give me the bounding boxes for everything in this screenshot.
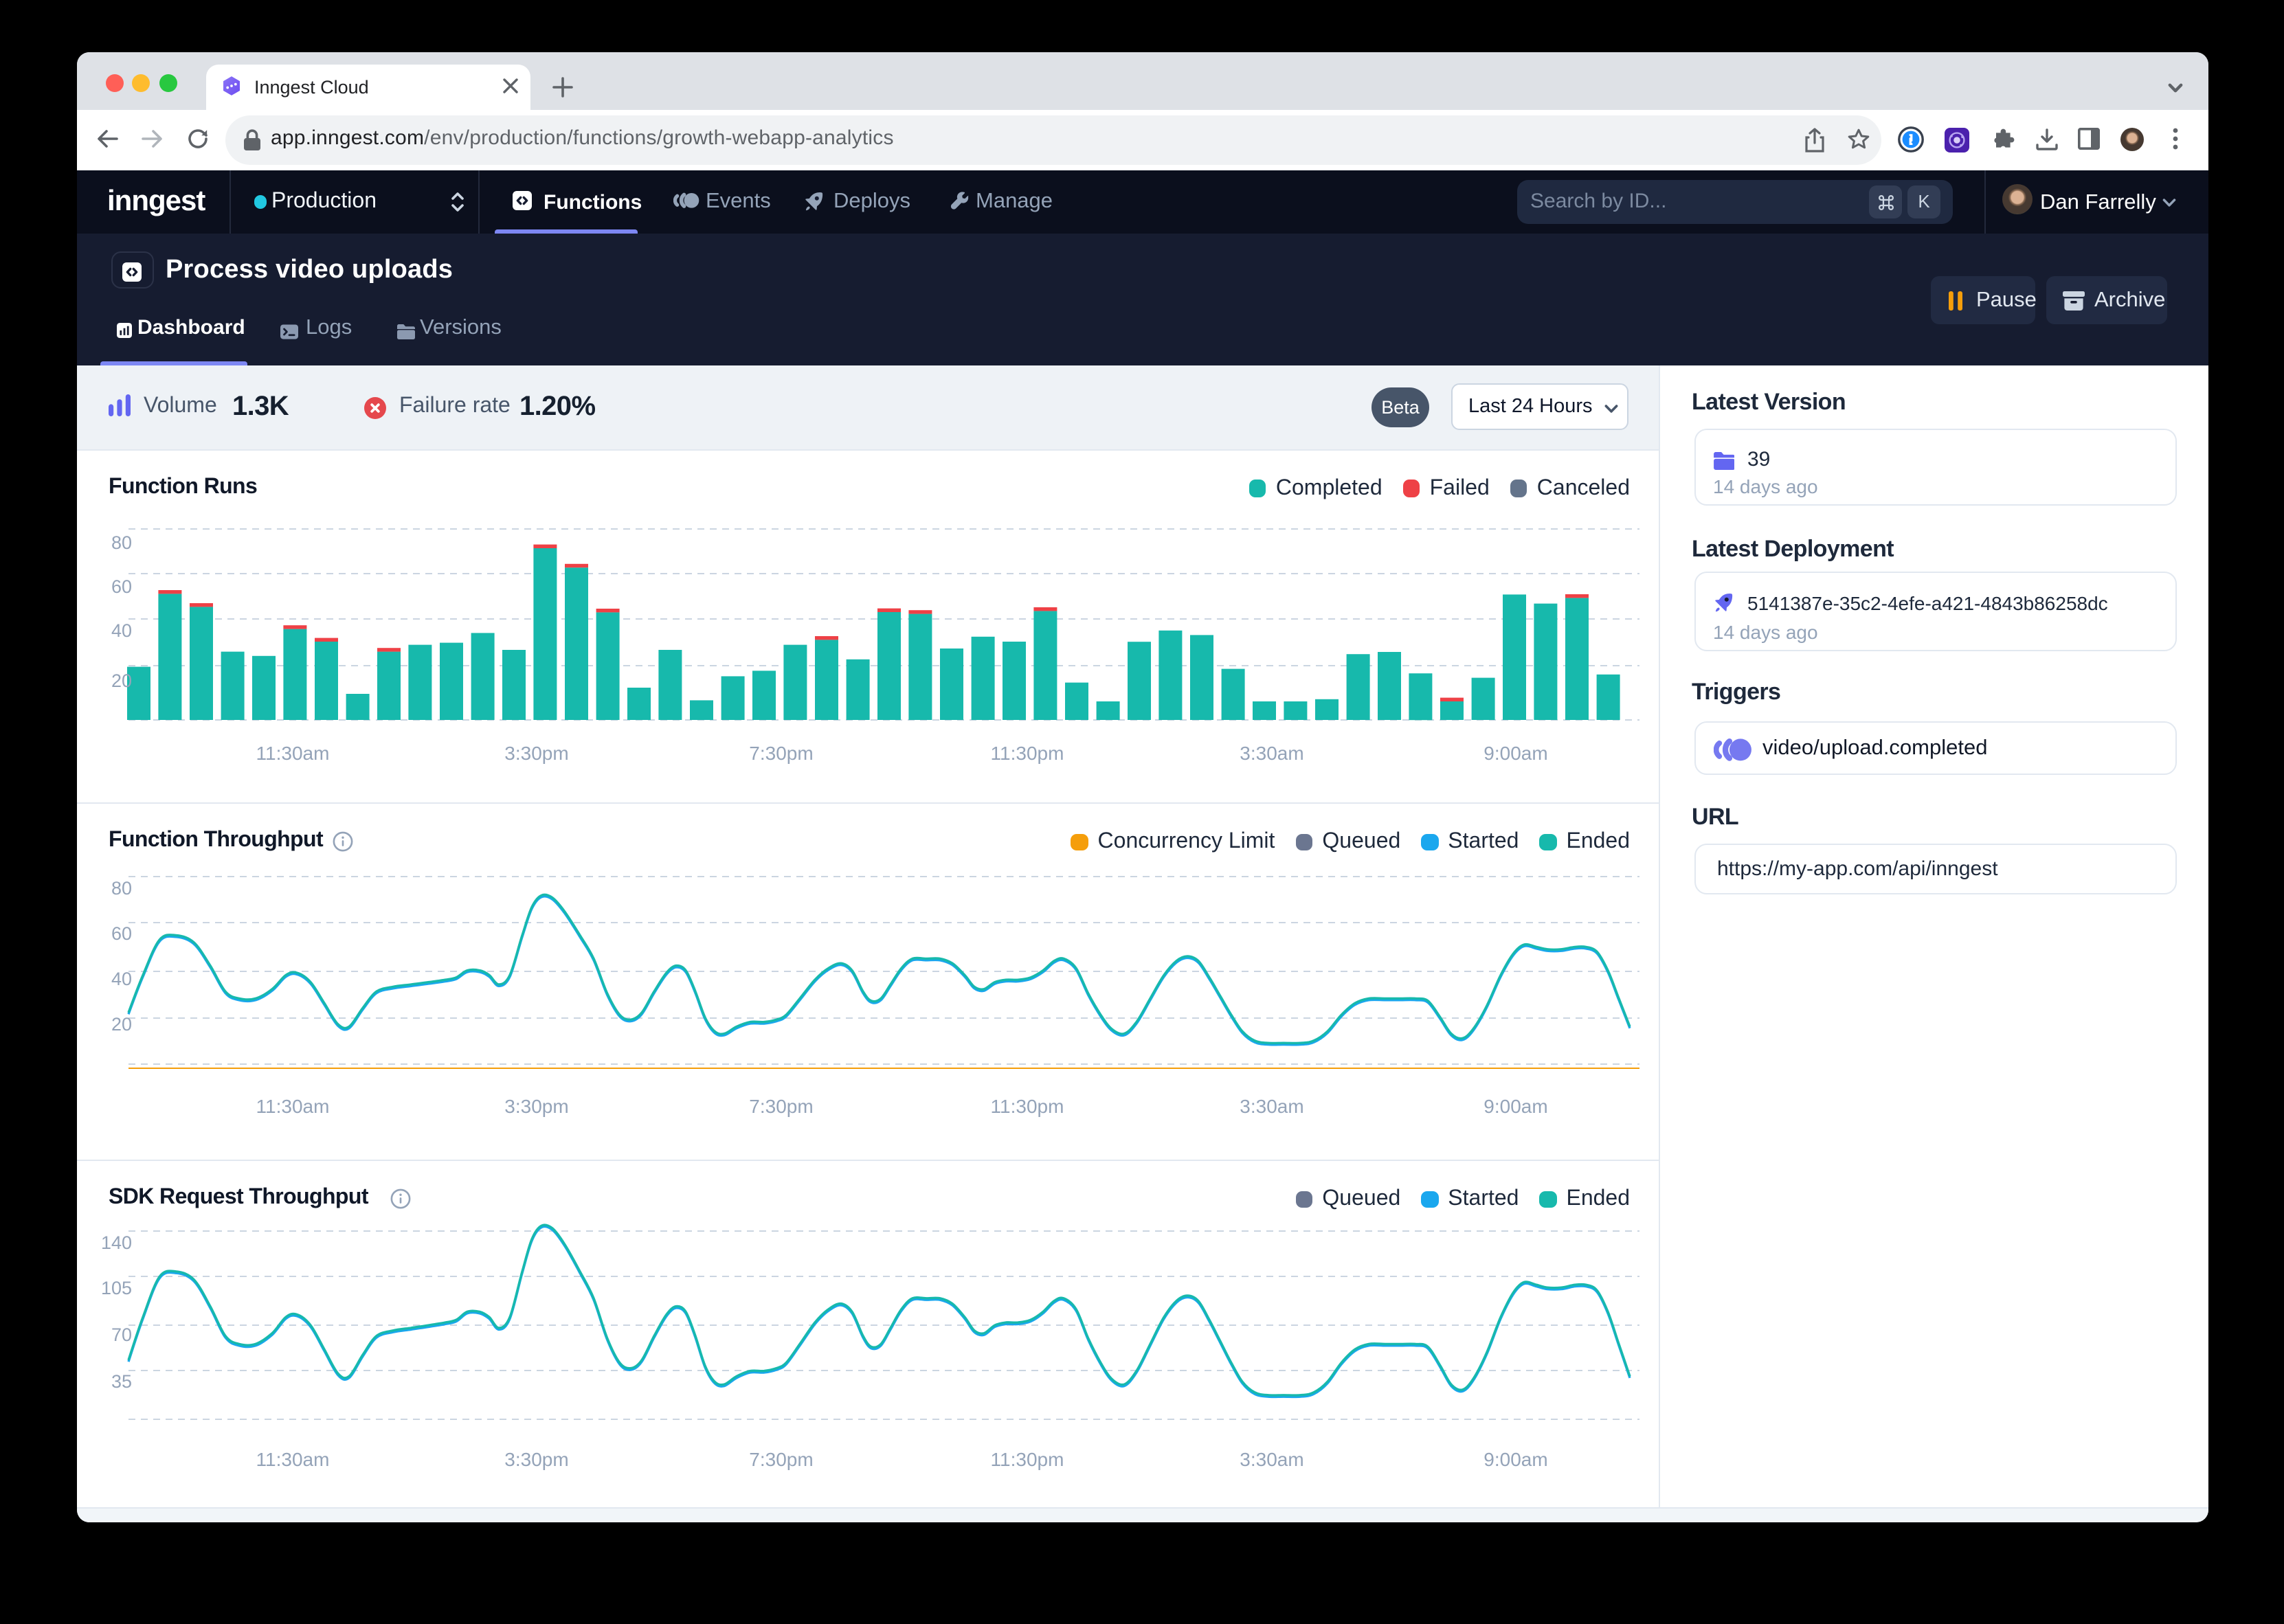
svg-text:20: 20	[111, 670, 131, 690]
svg-text:11:30am: 11:30am	[256, 1449, 329, 1470]
svg-text:80: 80	[111, 532, 131, 552]
svg-text:9:00am: 9:00am	[1483, 1449, 1547, 1470]
svg-text:9:00am: 9:00am	[1483, 1096, 1547, 1117]
svg-text:40: 40	[111, 620, 131, 640]
svg-text:3:30pm: 3:30pm	[504, 1096, 568, 1117]
svg-text:7:30pm: 7:30pm	[748, 1096, 812, 1117]
svg-text:11:30pm: 11:30pm	[990, 1449, 1064, 1470]
svg-text:60: 60	[111, 923, 131, 944]
svg-text:20: 20	[111, 1014, 131, 1035]
svg-text:140: 140	[100, 1232, 131, 1253]
svg-text:80: 80	[111, 878, 131, 899]
svg-text:11:30pm: 11:30pm	[990, 1096, 1064, 1117]
svg-text:7:30pm: 7:30pm	[748, 1449, 812, 1470]
svg-text:3:30am: 3:30am	[1239, 742, 1303, 763]
svg-text:105: 105	[100, 1278, 131, 1298]
svg-text:3:30pm: 3:30pm	[504, 1449, 568, 1470]
svg-text:70: 70	[111, 1324, 131, 1345]
svg-text:3:30am: 3:30am	[1239, 1449, 1303, 1470]
svg-text:40: 40	[111, 969, 131, 989]
svg-text:11:30am: 11:30am	[256, 1096, 329, 1117]
svg-text:11:30pm: 11:30pm	[990, 742, 1064, 763]
svg-text:3:30pm: 3:30pm	[504, 742, 568, 763]
svg-text:3:30am: 3:30am	[1239, 1096, 1303, 1117]
svg-text:35: 35	[111, 1371, 131, 1392]
svg-text:11:30am: 11:30am	[256, 742, 329, 763]
svg-text:9:00am: 9:00am	[1483, 742, 1547, 763]
svg-text:60: 60	[111, 576, 131, 596]
svg-text:7:30pm: 7:30pm	[748, 742, 812, 763]
